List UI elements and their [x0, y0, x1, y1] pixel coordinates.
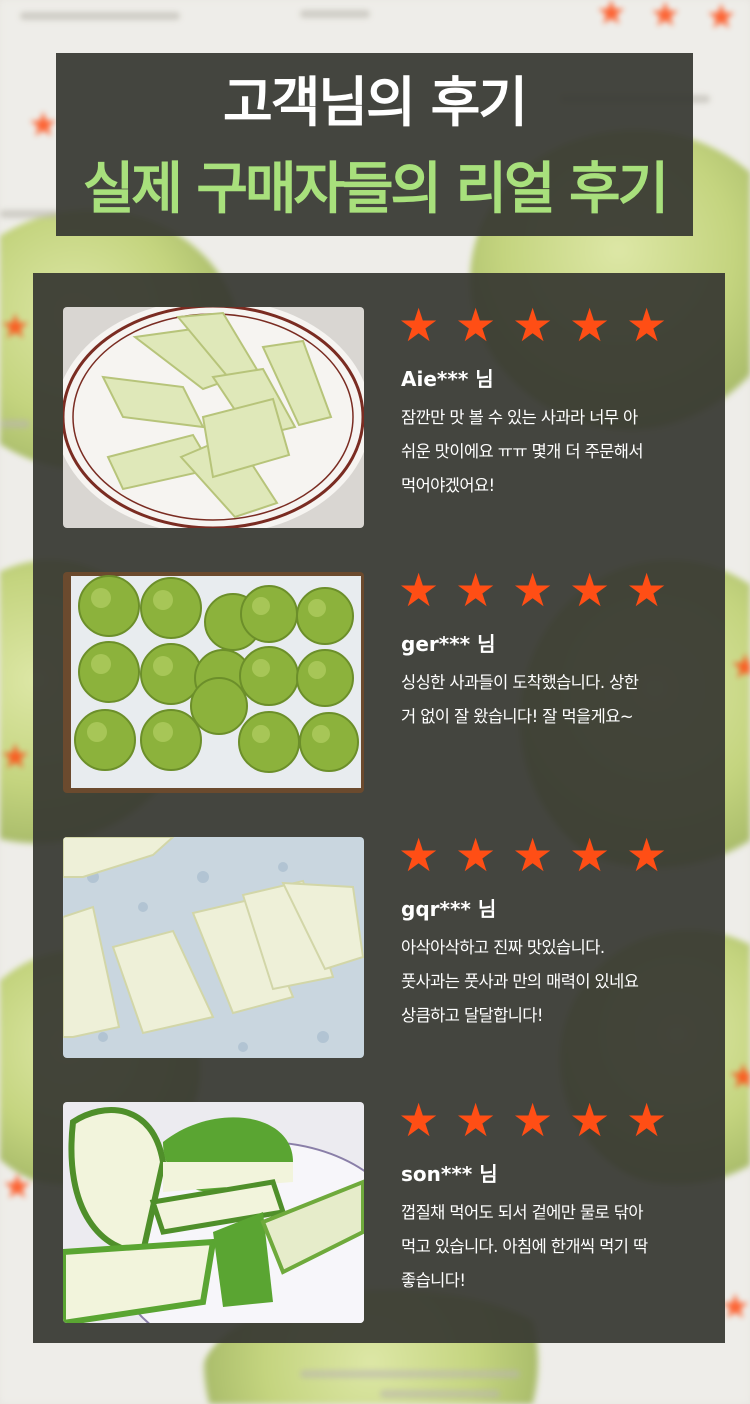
- review-card: ★ ★ ★ ★ ★ ger*** 님 싱싱한 사과들이 도착했습니다. 상한 거 없이 …: [63, 567, 713, 794]
- review-card: ★ ★ ★ ★ ★ son*** 님 껍질채 먹어도 되서 겉에만 물로 닦아 먹고 있…: [63, 1097, 713, 1324]
- star-icon: ★: [512, 1093, 554, 1147]
- star-icon: ★: [398, 1093, 440, 1147]
- star-icon: ★: [455, 1093, 497, 1147]
- page-title: 고객님의 후기: [223, 71, 528, 134]
- review-card: ★ ★ ★ ★ ★ Aie*** 님 잠깐만 맛 볼 수 있는 사과라 너무 아 쉬운 …: [63, 302, 713, 529]
- cut-green-apple-wedges-image: [63, 1102, 364, 1323]
- star-icon: ★: [512, 298, 554, 352]
- star-icon: ★: [512, 563, 554, 617]
- star-icon: ★: [569, 1093, 611, 1147]
- star-icon: ★: [626, 1093, 668, 1147]
- review-text: 싱싱한 사과들이 도착했습니다. 상한 거 없이 잘 왔습니다! 잘 먹을게요~: [401, 673, 639, 726]
- star-icon: ★: [398, 828, 440, 882]
- star-icon: ★: [455, 298, 497, 352]
- sliced-apples-on-plate-image: [63, 307, 364, 528]
- review-photo-apple-wedges: [63, 1102, 364, 1323]
- reviewer-name: Aie*** 님: [401, 367, 494, 391]
- star-rating: ★ ★ ★ ★ ★: [398, 298, 683, 352]
- star-icon: ★: [626, 828, 668, 882]
- star-icon: ★: [569, 828, 611, 882]
- green-apples-in-box-image: [63, 572, 364, 793]
- peeled-apple-pieces-image: [63, 837, 364, 1058]
- page-subtitle: 실제 구매자들의 리얼 후기: [82, 157, 669, 222]
- reviews-panel: ★ ★ ★ ★ ★ Aie*** 님 잠깐만 맛 볼 수 있는 사과라 너무 아 쉬운 …: [33, 273, 725, 1343]
- star-rating: ★ ★ ★ ★ ★: [398, 1093, 683, 1147]
- review-text: 아삭아삭하고 진짜 맛있습니다. 풋사과는 풋사과 만의 매력이 있네요 상큼하…: [401, 938, 639, 1025]
- review-photo-sliced-apples: [63, 307, 364, 528]
- star-rating: ★ ★ ★ ★ ★: [398, 563, 683, 617]
- star-icon: ★: [398, 563, 440, 617]
- review-card: ★ ★ ★ ★ ★ gqr*** 님 아삭아삭하고 진짜 맛있습니다. 풋사과는 풋사과…: [63, 832, 713, 1059]
- star-icon: ★: [569, 563, 611, 617]
- star-icon: ★: [398, 298, 440, 352]
- review-text: 껍질채 먹어도 되서 겉에만 물로 닦아 먹고 있습니다. 아침에 한개씩 먹기…: [401, 1203, 648, 1290]
- reviewer-name: son*** 님: [401, 1162, 498, 1186]
- review-photo-apples-box: [63, 572, 364, 793]
- reviewer-name: ger*** 님: [401, 632, 496, 656]
- review-text: 잠깐만 맛 볼 수 있는 사과라 너무 아 쉬운 맛이에요 ㅠㅠ 몇개 더 주문…: [401, 408, 644, 495]
- star-icon: ★: [455, 563, 497, 617]
- star-icon: ★: [569, 298, 611, 352]
- star-rating: ★ ★ ★ ★ ★: [398, 828, 683, 882]
- review-photo-peeled-apples: [63, 837, 364, 1058]
- star-icon: ★: [626, 298, 668, 352]
- reviewer-name: gqr*** 님: [401, 897, 497, 921]
- star-icon: ★: [626, 563, 668, 617]
- title-banner: 고객님의 후기 실제 구매자들의 리얼 후기: [56, 53, 693, 236]
- star-icon: ★: [455, 828, 497, 882]
- star-icon: ★: [512, 828, 554, 882]
